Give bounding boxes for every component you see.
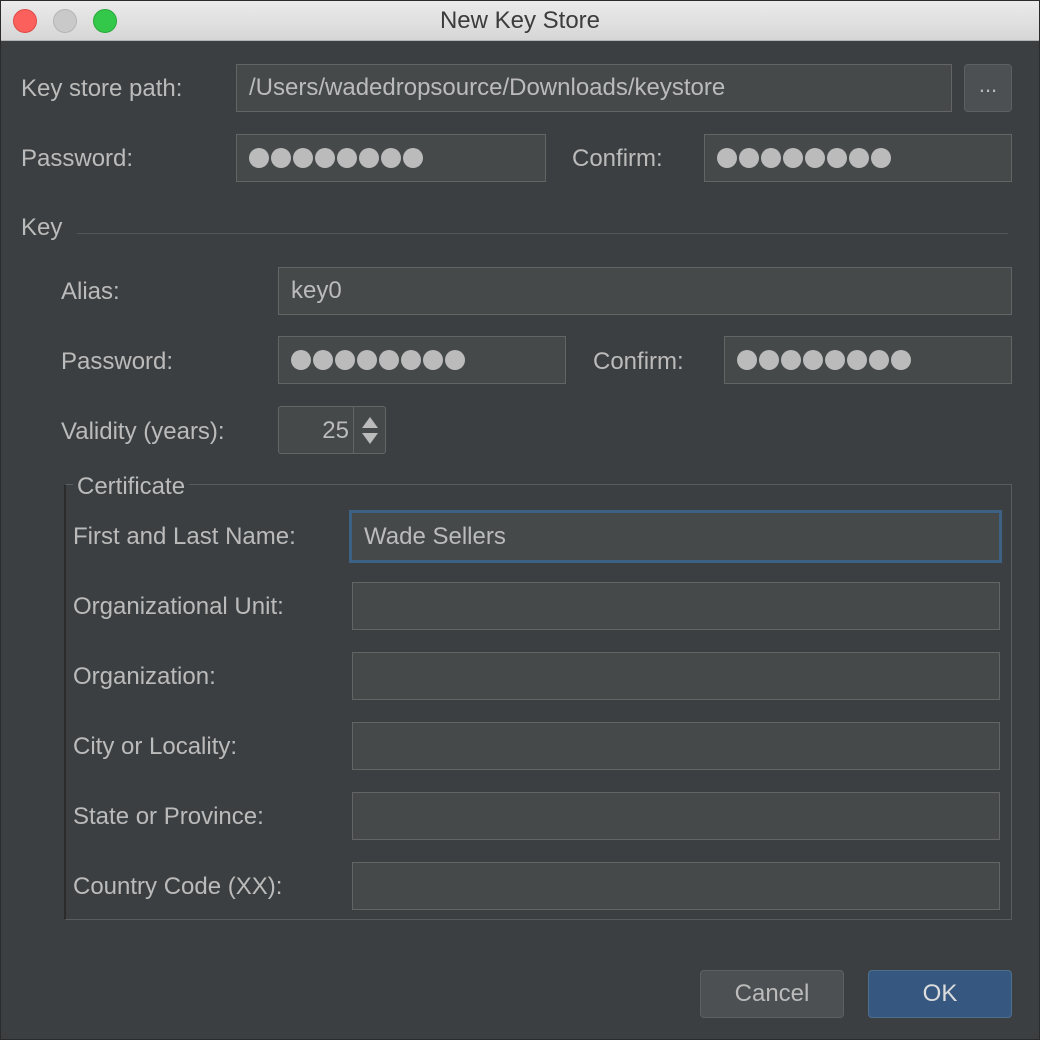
- city-label: City or Locality:: [73, 733, 238, 760]
- alias-field[interactable]: key0: [278, 267, 1012, 315]
- country-code-label: Country Code (XX):: [73, 873, 283, 900]
- validity-value: 25: [322, 417, 349, 444]
- state-field[interactable]: [352, 792, 1000, 840]
- keystore-confirm-mask: [717, 148, 891, 168]
- keystore-path-value: /Users/wadedropsource/Downloads/keystore: [249, 74, 726, 101]
- validity-label: Validity (years):: [61, 418, 225, 445]
- new-key-store-dialog: New Key Store Key store path: /Users/wad…: [0, 0, 1040, 1040]
- first-last-name-label: First and Last Name:: [73, 523, 296, 550]
- key-section-title: Key: [21, 214, 63, 241]
- organization-field[interactable]: [352, 652, 1000, 700]
- first-last-name-field[interactable]: Wade Sellers: [349, 510, 1002, 563]
- keystore-path-label: Key store path:: [21, 75, 183, 102]
- key-confirm-mask: [737, 350, 911, 370]
- key-password-label: Password:: [61, 348, 174, 375]
- validity-spinner[interactable]: 25: [278, 406, 386, 454]
- increment-arrow-icon[interactable]: [362, 417, 378, 428]
- key-confirm-field[interactable]: [724, 336, 1012, 384]
- validity-stepper[interactable]: [353, 407, 386, 453]
- city-field[interactable]: [352, 722, 1000, 770]
- window-title: New Key Store: [439, 7, 601, 34]
- org-unit-label: Organizational Unit:: [73, 593, 284, 620]
- state-label: State or Province:: [73, 803, 264, 830]
- ok-button[interactable]: OK: [868, 970, 1012, 1018]
- organization-label: Organization:: [73, 663, 216, 690]
- title-bar: New Key Store: [1, 1, 1039, 41]
- key-password-field[interactable]: [278, 336, 566, 384]
- alias-label: Alias:: [61, 278, 120, 305]
- key-confirm-label: Confirm:: [593, 348, 684, 375]
- certificate-title: Certificate: [73, 473, 190, 501]
- keystore-password-field[interactable]: [236, 134, 546, 182]
- first-last-name-value: Wade Sellers: [364, 522, 506, 550]
- country-code-field[interactable]: [352, 862, 1000, 910]
- decrement-arrow-icon[interactable]: [362, 433, 378, 444]
- keystore-password-label: Password:: [21, 145, 134, 172]
- key-password-mask: [291, 350, 465, 370]
- alias-value: key0: [291, 277, 342, 304]
- keystore-confirm-label: Confirm:: [572, 145, 663, 172]
- keystore-path-field[interactable]: /Users/wadedropsource/Downloads/keystore: [236, 64, 952, 112]
- keystore-password-mask: [249, 148, 423, 168]
- keystore-confirm-field[interactable]: [704, 134, 1012, 182]
- cancel-button[interactable]: Cancel: [700, 970, 844, 1018]
- key-section-divider: [77, 233, 1008, 234]
- browse-button[interactable]: ...: [964, 64, 1012, 112]
- org-unit-field[interactable]: [352, 582, 1000, 630]
